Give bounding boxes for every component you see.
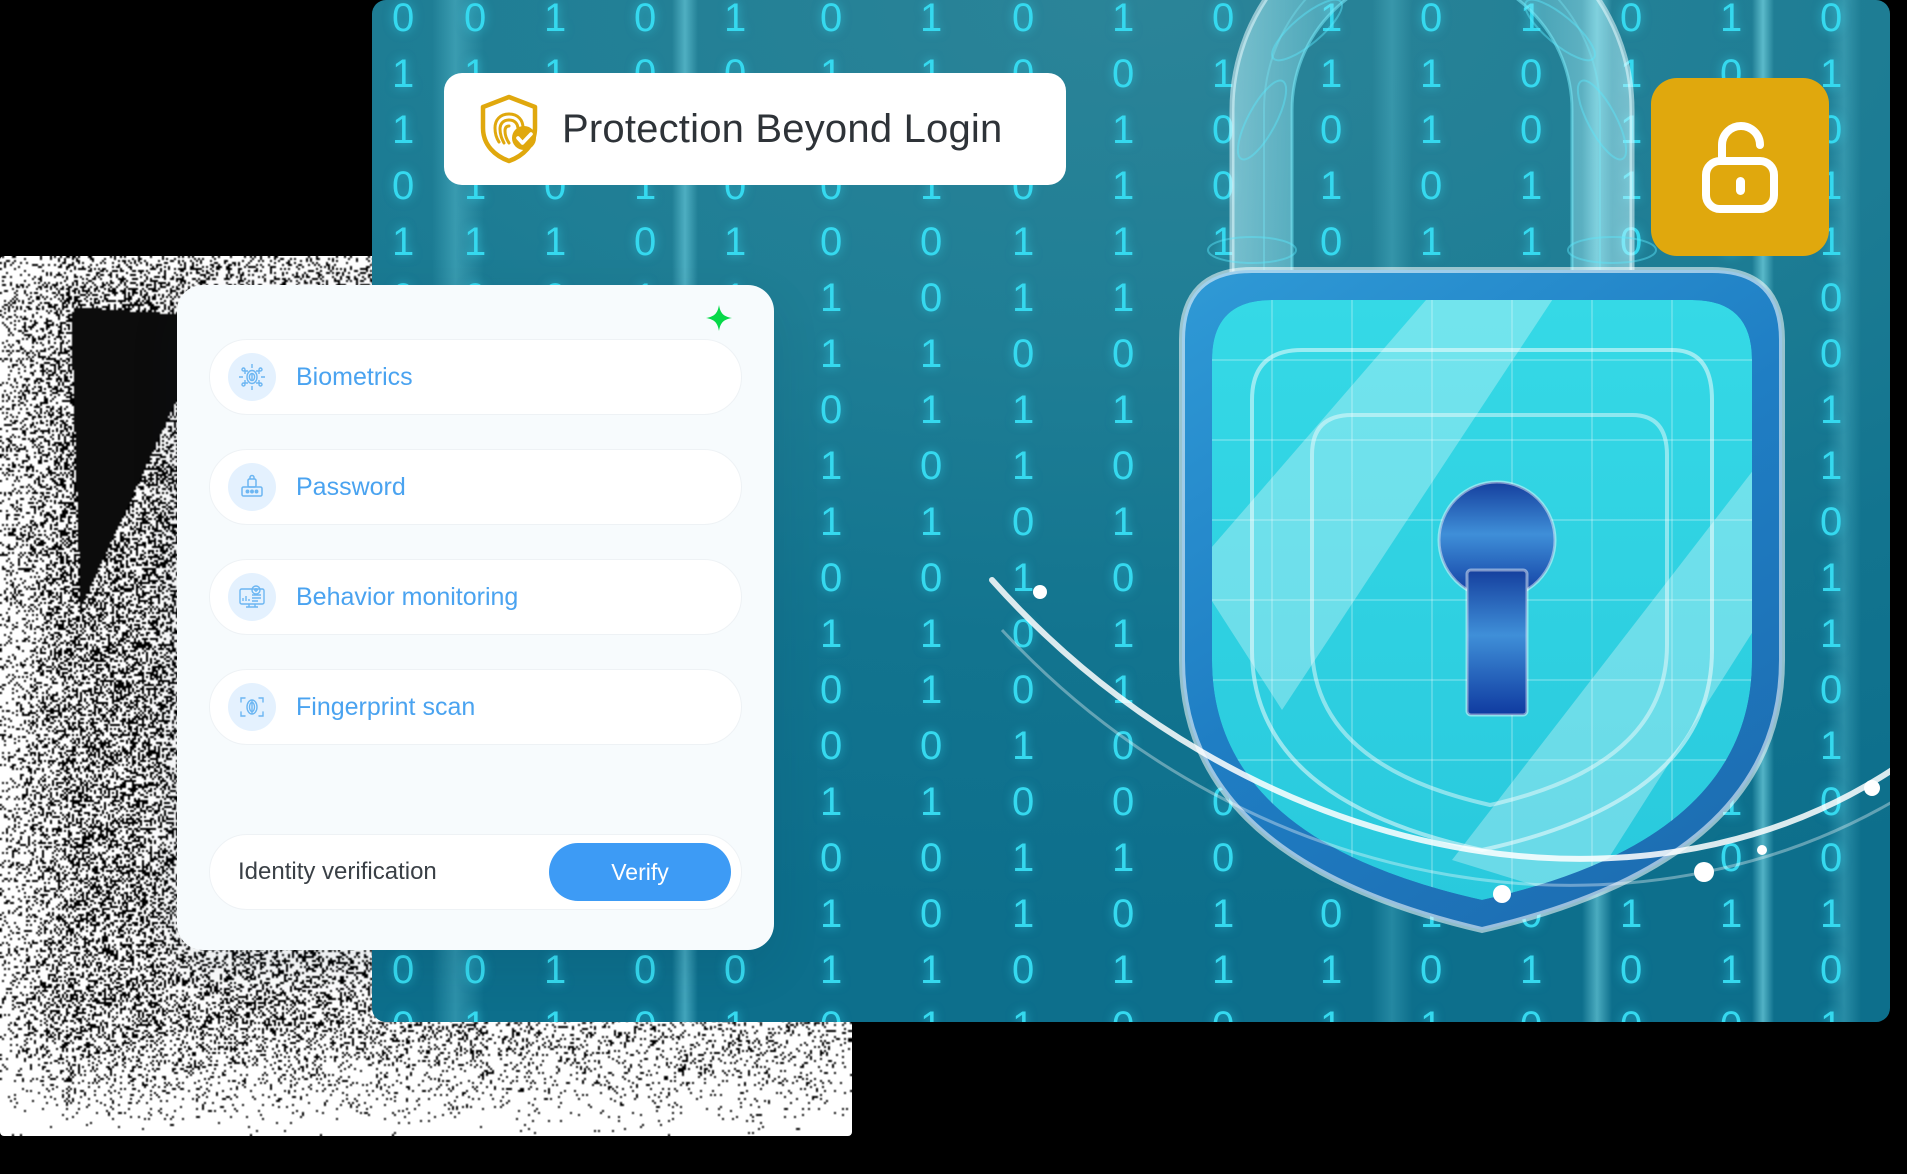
unlock-icon (1692, 115, 1788, 219)
fingerprint-scan-icon (228, 683, 276, 731)
auth-method-behavior-monitoring[interactable]: Behavior monitoring (209, 559, 742, 635)
shield-lock-graphic (1152, 240, 1842, 940)
auth-method-password[interactable]: Password (209, 449, 742, 525)
biometric-chip-icon (228, 353, 276, 401)
page-title: Protection Beyond Login (562, 107, 1002, 152)
auth-method-label: Fingerprint scan (296, 693, 475, 722)
behavior-monitor-icon (228, 573, 276, 621)
verify-button[interactable]: Verify (549, 843, 731, 901)
binary-column: 1 0 1 1 1 1 0 1 0 1 0 1 1 0 0 1 0 1 0 0 (1112, 0, 1136, 1022)
password-lock-icon (228, 463, 276, 511)
auth-method-label: Password (296, 473, 406, 502)
auth-method-label: Biometrics (296, 363, 413, 392)
auth-method-biometrics[interactable]: Biometrics (209, 339, 742, 415)
unlock-badge[interactable] (1651, 78, 1829, 256)
shield-fingerprint-check-icon (478, 94, 540, 164)
auth-method-label: Behavior monitoring (296, 583, 518, 612)
sparkle-icon (706, 305, 732, 331)
identity-verification-label: Identity verification (238, 858, 437, 886)
auth-methods-card: Biometrics Password Behavior monitoring … (177, 285, 774, 950)
identity-verification-row: Identity verification Verify (209, 834, 742, 910)
auth-methods-list: Biometrics Password Behavior monitoring … (209, 339, 742, 779)
title-pill: Protection Beyond Login (444, 73, 1066, 185)
auth-method-fingerprint-scan[interactable]: Fingerprint scan (209, 669, 742, 745)
